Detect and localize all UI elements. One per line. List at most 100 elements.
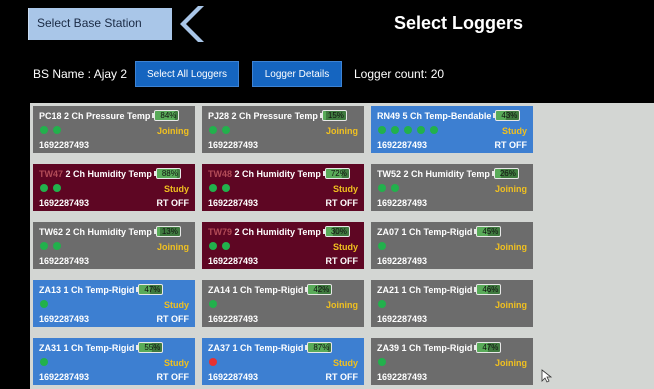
battery-indicator: 26% xyxy=(491,168,519,179)
battery-percent: 87% xyxy=(313,343,330,352)
logger-card[interactable]: ZA31 1 Ch Temp-Rigid 55% Study 1692287493 RT… xyxy=(33,338,195,385)
logger-id: TW48 xyxy=(208,169,233,179)
logger-status: Study xyxy=(332,242,358,252)
battery-indicator: 13% xyxy=(153,226,181,237)
battery-percent: 42% xyxy=(313,285,330,294)
battery-percent: 13% xyxy=(161,227,178,236)
channel-status-green-icon xyxy=(378,300,386,308)
channel-dots xyxy=(209,242,230,250)
channel-status-green-icon xyxy=(417,126,425,134)
logger-status: Study xyxy=(163,358,189,368)
channel-status-green-icon xyxy=(378,358,386,366)
logger-header: TW52 2 Ch Humidity Temp xyxy=(377,169,490,179)
channel-status-green-icon xyxy=(53,242,61,250)
logger-card[interactable]: ZA14 1 Ch Temp-Rigid 42% Joining 1692287493 xyxy=(202,280,364,327)
battery-percent: 43% xyxy=(501,111,518,120)
logger-type: 1 Ch Temp-Rigid xyxy=(61,343,135,353)
logger-id: RN49 xyxy=(377,111,401,121)
page-title: Select Loggers xyxy=(394,13,524,33)
channel-status-green-icon xyxy=(40,358,48,366)
logger-card[interactable]: ZA21 1 Ch Temp-Rigid 46% Joining 1692287493 xyxy=(371,280,533,327)
logger-card[interactable]: PJ28 2 Ch Pressure Temp 15% Joining 1692287… xyxy=(202,106,364,153)
battery-percent: 30% xyxy=(330,227,347,236)
logger-details-button[interactable]: Logger Details xyxy=(252,61,342,87)
logger-header: TW79 2 Ch Humidity Temp xyxy=(208,227,321,237)
channel-status-green-icon xyxy=(209,300,217,308)
logger-header: TW48 2 Ch Humidity Temp xyxy=(208,169,321,179)
logger-card[interactable]: PC18 2 Ch Pressure Temp 84% Joining 1692287… xyxy=(33,106,195,153)
channel-status-red-icon xyxy=(209,358,217,366)
channel-dots xyxy=(209,126,230,134)
logger-id: ZA07 xyxy=(377,227,400,237)
logger-status: Study xyxy=(501,126,527,136)
mouse-cursor-icon xyxy=(541,369,553,383)
logger-id: ZA37 xyxy=(208,343,231,353)
logger-status: Joining xyxy=(326,300,358,310)
channel-status-green-icon xyxy=(222,126,230,134)
logger-status: Study xyxy=(163,300,189,310)
logger-serial: 1692287493 xyxy=(377,372,428,382)
logger-card[interactable]: TW47 2 Ch Humidity Temp 88% Study 169228749… xyxy=(33,164,195,211)
logger-id: ZA21 xyxy=(377,285,400,295)
logger-card[interactable]: TW48 2 Ch Humidity Temp 72% Study 169228749… xyxy=(202,164,364,211)
channel-dots xyxy=(378,300,386,308)
logger-serial: 1692287493 xyxy=(377,140,428,150)
logger-card[interactable]: RN49 5 Ch Temp-Bendable 43% Study 169228749… xyxy=(371,106,533,153)
channel-dots xyxy=(40,126,61,134)
battery-indicator: 43% xyxy=(493,110,521,121)
battery-percent: 26% xyxy=(499,169,516,178)
channel-dots xyxy=(209,358,217,366)
channel-dots xyxy=(378,358,386,366)
logger-id: TW52 xyxy=(377,169,402,179)
logger-header: TW47 2 Ch Humidity Temp xyxy=(39,169,152,179)
logger-header: ZA37 1 Ch Temp-Rigid xyxy=(208,343,303,353)
logger-type: 2 Ch Pressure Temp xyxy=(229,111,318,121)
channel-dots xyxy=(209,184,230,192)
chevron-left-icon[interactable] xyxy=(172,6,212,42)
channel-dots xyxy=(209,300,217,308)
battery-indicator: 45% xyxy=(474,226,502,237)
logger-header: ZA21 1 Ch Temp-Rigid xyxy=(377,285,472,295)
battery-indicator: 84% xyxy=(152,110,180,121)
rt-status: RT OFF xyxy=(156,198,190,208)
logger-header: ZA07 1 Ch Temp-Rigid xyxy=(377,227,472,237)
logger-header: ZA39 1 Ch Temp-Rigid xyxy=(377,343,472,353)
channel-dots xyxy=(378,242,386,250)
logger-header: RN49 5 Ch Temp-Bendable xyxy=(377,111,491,121)
logger-status: Study xyxy=(163,184,189,194)
logger-serial: 1692287493 xyxy=(208,140,259,150)
battery-indicator: 72% xyxy=(322,168,350,179)
logger-id: ZA13 xyxy=(39,285,62,295)
battery-percent: 46% xyxy=(482,285,499,294)
channel-status-green-icon xyxy=(391,184,399,192)
select-base-station-button[interactable]: Select Base Station xyxy=(28,8,186,40)
logger-card[interactable]: ZA39 1 Ch Temp-Rigid 47% Joining 1692287493 xyxy=(371,338,533,385)
bs-name-label: BS Name : Ajay 2 xyxy=(33,67,128,81)
logger-status: Joining xyxy=(157,126,189,136)
logger-card[interactable]: ZA13 1 Ch Temp-Rigid 47% Study 1692287493 RT… xyxy=(33,280,195,327)
battery-indicator: 47% xyxy=(136,284,164,295)
rt-status: RT OFF xyxy=(156,372,190,382)
logger-id: PC18 xyxy=(39,111,62,121)
logger-serial: 1692287493 xyxy=(377,314,428,324)
logger-status: Joining xyxy=(157,242,189,252)
battery-percent: 72% xyxy=(330,169,347,178)
logger-status: Joining xyxy=(495,242,527,252)
logger-card[interactable]: TW52 2 Ch Humidity Temp 26% Joining 1692287… xyxy=(371,164,533,211)
logger-type: 5 Ch Temp-Bendable xyxy=(400,111,492,121)
logger-header: ZA31 1 Ch Temp-Rigid xyxy=(39,343,134,353)
logger-card[interactable]: TW62 2 Ch Humidity Temp 13% Joining 1692287… xyxy=(33,222,195,269)
logger-card[interactable]: ZA37 1 Ch Temp-Rigid 87% Study 1692287493 RT… xyxy=(202,338,364,385)
logger-id: TW47 xyxy=(39,169,64,179)
logger-type: 2 Ch Pressure Temp xyxy=(61,111,151,121)
channel-status-green-icon xyxy=(378,126,386,134)
select-all-loggers-button[interactable]: Select All Loggers xyxy=(135,61,239,87)
battery-fill xyxy=(322,111,327,120)
channel-status-green-icon xyxy=(53,126,61,134)
logger-status: Joining xyxy=(495,358,527,368)
channel-status-green-icon xyxy=(222,242,230,250)
logger-card[interactable]: ZA07 1 Ch Temp-Rigid 45% Joining 1692287493 xyxy=(371,222,533,269)
channel-status-green-icon xyxy=(404,126,412,134)
logger-card[interactable]: TW79 2 Ch Humidity Temp 30% Study 169228749… xyxy=(202,222,364,269)
battery-indicator: 88% xyxy=(153,168,181,179)
